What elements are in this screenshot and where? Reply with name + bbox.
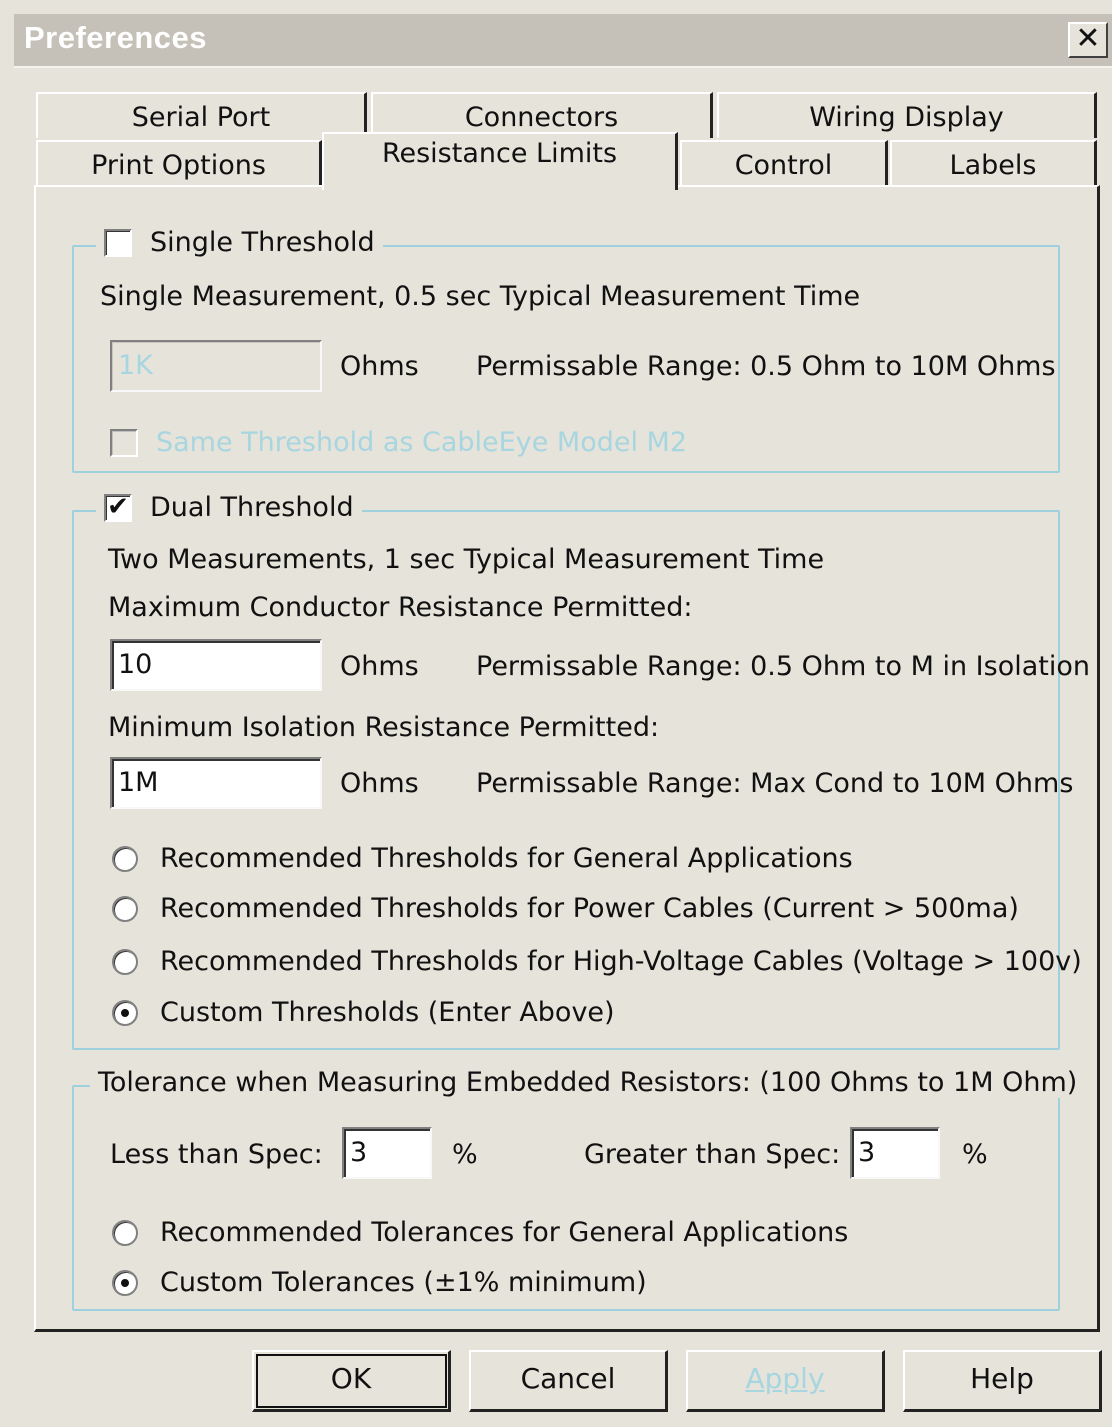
tab-label: Connectors — [464, 102, 619, 133]
title-bar[interactable]: Preferences ✕ — [14, 14, 1112, 68]
window-title: Preferences — [24, 20, 208, 55]
max-unit: Ohms — [340, 651, 419, 682]
tab-control[interactable]: Control — [680, 140, 888, 187]
greater-unit: % — [962, 1139, 988, 1170]
tab-label: Wiring Display — [809, 102, 1004, 133]
radio-button[interactable] — [112, 1219, 138, 1246]
apply-button[interactable]: Apply — [686, 1350, 885, 1412]
tab-label: Print Options — [91, 150, 266, 181]
checkmark-icon: ✔ — [107, 491, 129, 522]
radio-label: Recommended Thresholds for High-Voltage … — [160, 946, 1082, 977]
single-threshold-legend[interactable]: Single Threshold — [96, 227, 383, 258]
tab-label: Labels — [949, 150, 1037, 181]
same-threshold-label: Same Threshold as CableEye Model M2 — [156, 427, 688, 458]
single-range: Permissable Range: 0.5 Ohm to 10M Ohms — [476, 351, 1056, 382]
tolerance-option-custom[interactable]: Custom Tolerances (±1% minimum) — [112, 1267, 647, 1298]
max-range: Permissable Range: 0.5 Ohm to M in Isola… — [476, 651, 1090, 682]
close-button[interactable]: ✕ — [1068, 22, 1108, 58]
radio-label: Recommended Thresholds for Power Cables … — [160, 893, 1019, 924]
radio-button[interactable] — [112, 948, 138, 975]
tab-label: Control — [734, 150, 833, 181]
tab-wiring-display[interactable]: Wiring Display — [717, 92, 1097, 138]
single-description: Single Measurement, 0.5 sec Typical Meas… — [100, 281, 861, 312]
threshold-option-custom[interactable]: Custom Thresholds (Enter Above) — [112, 997, 615, 1028]
close-icon: ✕ — [1075, 21, 1101, 56]
greater-than-spec-input[interactable]: 3 — [850, 1127, 940, 1179]
max-resistance-input[interactable]: 10 — [110, 639, 322, 691]
max-resistance-label: Maximum Conductor Resistance Permitted: — [108, 592, 693, 623]
greater-than-spec-label: Greater than Spec: — [584, 1139, 841, 1170]
radio-label: Recommended Tolerances for General Appli… — [160, 1217, 849, 1248]
tab-labels[interactable]: Labels — [890, 140, 1097, 187]
apply-label: Apply — [745, 1362, 825, 1395]
tab-label: Resistance Limits — [381, 138, 618, 169]
min-range: Permissable Range: Max Cond to 10M Ohms — [476, 768, 1074, 799]
dual-threshold-label: Dual Threshold — [150, 492, 354, 523]
cancel-button[interactable]: Cancel — [469, 1350, 668, 1412]
single-threshold-checkbox[interactable] — [104, 228, 132, 257]
threshold-option-general[interactable]: Recommended Thresholds for General Appli… — [112, 843, 853, 874]
help-button[interactable]: Help — [903, 1350, 1102, 1412]
help-label: Help — [970, 1362, 1034, 1395]
preferences-dialog: Preferences ✕ Serial Port Connectors Wir… — [0, 0, 1112, 1427]
tab-print-options[interactable]: Print Options — [36, 140, 322, 187]
single-threshold-label: Single Threshold — [150, 227, 375, 258]
radio-button-selected[interactable] — [112, 1269, 138, 1296]
dual-threshold-group: ✔ Dual Threshold Two Measurements, 1 sec… — [72, 492, 1090, 1050]
radio-label: Custom Thresholds (Enter Above) — [160, 997, 615, 1028]
threshold-option-high-voltage[interactable]: Recommended Thresholds for High-Voltage … — [112, 946, 1082, 977]
radio-label: Recommended Thresholds for General Appli… — [160, 843, 853, 874]
radio-button-selected[interactable] — [112, 999, 138, 1026]
radio-button[interactable] — [112, 895, 138, 922]
less-than-spec-input[interactable]: 3 — [342, 1127, 432, 1179]
tab-label: Serial Port — [131, 102, 271, 133]
tolerance-group: Tolerance when Measuring Embedded Resist… — [72, 1067, 1086, 1311]
min-unit: Ohms — [340, 768, 419, 799]
single-unit: Ohms — [340, 351, 419, 382]
radio-label: Custom Tolerances (±1% minimum) — [160, 1267, 647, 1298]
same-threshold-option[interactable]: Same Threshold as CableEye Model M2 — [110, 427, 687, 458]
min-resistance-label: Minimum Isolation Resistance Permitted: — [108, 712, 660, 743]
radio-button[interactable] — [112, 845, 138, 872]
dual-description: Two Measurements, 1 sec Typical Measurem… — [108, 544, 825, 575]
min-resistance-input[interactable]: 1M — [110, 757, 322, 809]
resistance-limits-page: Single Threshold Single Measurement, 0.5… — [34, 185, 1100, 1332]
same-threshold-checkbox[interactable] — [110, 428, 138, 457]
ok-label: OK — [330, 1362, 372, 1395]
less-unit: % — [452, 1139, 478, 1170]
less-than-spec-label: Less than Spec: — [110, 1139, 323, 1170]
single-threshold-group: Single Threshold Single Measurement, 0.5… — [72, 227, 1060, 473]
radio-dot-icon — [121, 1278, 129, 1287]
tolerance-option-general[interactable]: Recommended Tolerances for General Appli… — [112, 1217, 848, 1248]
tolerance-legend: Tolerance when Measuring Embedded Resist… — [90, 1067, 1086, 1098]
ok-button[interactable]: OK — [252, 1350, 451, 1412]
threshold-option-power[interactable]: Recommended Thresholds for Power Cables … — [112, 893, 1019, 924]
dual-threshold-legend[interactable]: ✔ Dual Threshold — [96, 492, 362, 523]
cancel-label: Cancel — [520, 1362, 616, 1395]
tab-resistance-limits[interactable]: Resistance Limits — [322, 132, 678, 190]
radio-dot-icon — [121, 1008, 129, 1017]
tab-serial-port[interactable]: Serial Port — [36, 92, 367, 138]
dual-threshold-checkbox[interactable]: ✔ — [104, 491, 132, 522]
single-threshold-input[interactable]: 1K — [110, 340, 322, 392]
